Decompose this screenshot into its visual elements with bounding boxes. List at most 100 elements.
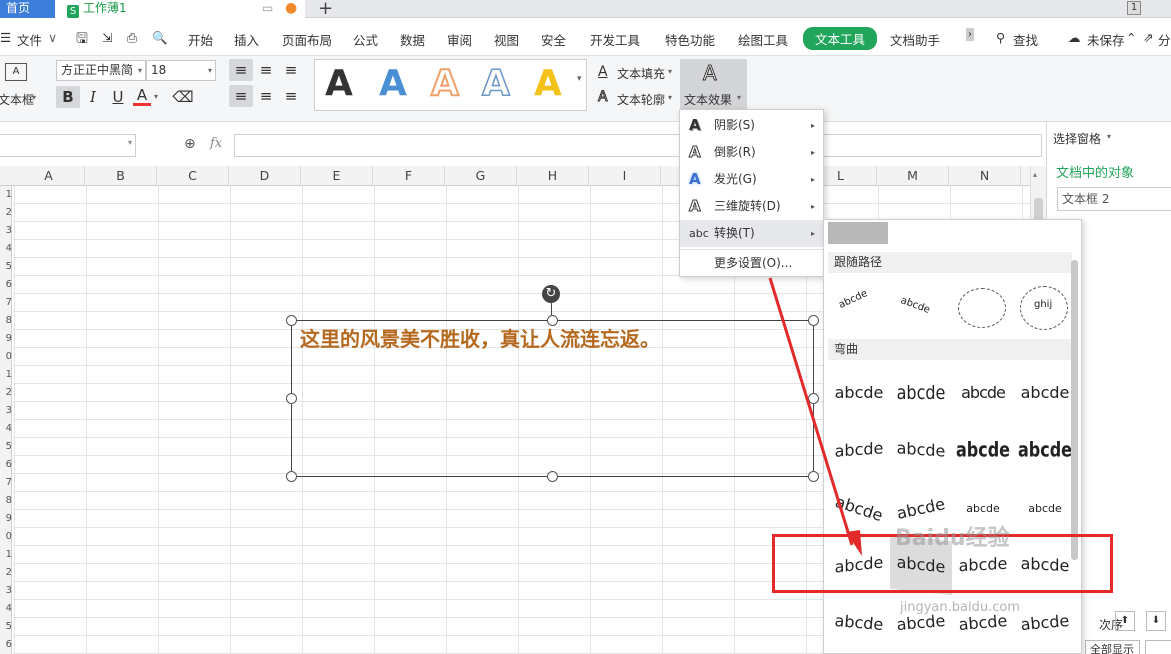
no-transform-swatch[interactable] bbox=[828, 222, 888, 244]
hide-all-button[interactable] bbox=[1145, 640, 1171, 654]
row-header[interactable]: 0 bbox=[0, 351, 12, 362]
menu-item-more-settings[interactable]: 更多设置(O)... bbox=[680, 250, 823, 277]
row-header[interactable]: 8 bbox=[0, 495, 12, 506]
chevron-down-icon[interactable]: ▾ bbox=[668, 93, 672, 102]
name-box[interactable]: ▾ bbox=[0, 134, 136, 157]
object-item-textbox[interactable]: 文本框 2 bbox=[1057, 187, 1171, 211]
warp-triangle-down[interactable]: abcde bbox=[1014, 366, 1076, 420]
warp-chevron-down[interactable]: abcde bbox=[890, 421, 952, 479]
column-header[interactable]: E bbox=[301, 166, 373, 186]
chevron-down-icon[interactable]: ▾ bbox=[668, 67, 672, 76]
row-header[interactable]: 9 bbox=[0, 333, 12, 344]
cloud-icon[interactable]: ☁ bbox=[1068, 30, 1081, 45]
print-icon[interactable]: ⎙ bbox=[127, 30, 137, 46]
text-fill-button[interactable]: 文本填充 bbox=[617, 65, 665, 82]
menu-start[interactable]: 开始 bbox=[188, 30, 213, 49]
chevron-down-icon[interactable]: ▾ bbox=[1107, 132, 1111, 141]
resize-handle-ne[interactable] bbox=[808, 315, 819, 326]
row-header[interactable]: 5 bbox=[0, 261, 12, 272]
scroll-up-icon[interactable]: ▴ bbox=[1033, 170, 1043, 179]
warp-deflate-bottom[interactable]: abcde bbox=[1012, 593, 1078, 652]
column-header[interactable]: H bbox=[517, 166, 589, 186]
resize-handle-s[interactable] bbox=[547, 471, 558, 482]
row-header[interactable]: 4 bbox=[0, 603, 12, 614]
formula-input[interactable] bbox=[234, 134, 1042, 157]
move-up-icon[interactable]: ⬆ bbox=[1115, 611, 1135, 631]
menu-file[interactable]: 文件 bbox=[17, 30, 42, 49]
transform-gallery-scrollbar[interactable] bbox=[1071, 260, 1078, 560]
align-left-button[interactable]: ≡ bbox=[229, 85, 253, 107]
share-label[interactable]: 分 bbox=[1158, 30, 1171, 49]
text-outline-icon[interactable]: A bbox=[598, 89, 609, 106]
menu-security[interactable]: 安全 bbox=[541, 30, 566, 49]
resize-handle-sw[interactable] bbox=[286, 471, 297, 482]
underline-button[interactable]: U bbox=[106, 86, 130, 108]
print-preview-icon[interactable]: 🔍 bbox=[152, 30, 168, 46]
row-header[interactable]: 1 bbox=[0, 369, 12, 380]
menu-item-shadow[interactable]: A 阴影(S) ▸ bbox=[680, 112, 823, 139]
row-header[interactable]: 2 bbox=[0, 207, 12, 218]
row-header[interactable]: 6 bbox=[0, 639, 12, 650]
text-box-content[interactable]: 这里的风景美不胜收，真让人流连忘返。 bbox=[300, 323, 660, 352]
align-right-button[interactable]: ≡ bbox=[279, 85, 303, 107]
row-header[interactable]: 3 bbox=[0, 225, 12, 236]
share-icon[interactable]: ⇗ bbox=[1143, 30, 1153, 45]
resize-handle-w[interactable] bbox=[286, 393, 297, 404]
transform-arch-down[interactable]: abcde bbox=[890, 278, 952, 332]
show-all-button[interactable]: 全部显示 bbox=[1085, 640, 1140, 654]
textbox-icon[interactable]: A bbox=[5, 63, 27, 81]
style-preset-orange-outline[interactable]: A bbox=[430, 62, 460, 105]
column-header[interactable]: N bbox=[949, 166, 1021, 186]
row-header[interactable]: 6 bbox=[0, 279, 12, 290]
style-preset-black[interactable]: A bbox=[325, 63, 353, 104]
row-header[interactable]: 2 bbox=[0, 387, 12, 398]
align-top-button[interactable]: ≡ bbox=[229, 59, 253, 81]
resize-handle-se[interactable] bbox=[808, 471, 819, 482]
save-icon[interactable]: 🖫 bbox=[76, 28, 88, 52]
warp-button[interactable]: abcde bbox=[1014, 482, 1076, 536]
menu-review[interactable]: 审阅 bbox=[447, 30, 472, 49]
transform-arch-up[interactable]: abcde bbox=[828, 278, 890, 332]
align-center-button[interactable]: ≡ bbox=[254, 85, 278, 107]
menu-item-glow[interactable]: A 发光(G) ▸ bbox=[680, 166, 823, 193]
pin-icon[interactable]: ▭ bbox=[262, 0, 273, 17]
menu-view[interactable]: 视图 bbox=[494, 30, 519, 49]
row-header[interactable]: 6 bbox=[0, 459, 12, 470]
row-header[interactable]: 8 bbox=[0, 315, 12, 326]
row-header[interactable]: 5 bbox=[0, 441, 12, 452]
collapse-icon[interactable]: ⌃ bbox=[1126, 30, 1136, 45]
menu-doc-assistant[interactable]: 文档助手 bbox=[890, 30, 940, 49]
tab-home[interactable]: 首页 bbox=[0, 0, 55, 18]
style-preset-yellow[interactable]: A bbox=[534, 63, 562, 104]
text-effect-button[interactable]: A 文本效果 ▾ bbox=[680, 59, 747, 110]
column-header[interactable]: F bbox=[373, 166, 445, 186]
row-header[interactable]: 4 bbox=[0, 423, 12, 434]
menu-item-3d-rotation[interactable]: A 三维旋转(D) ▸ bbox=[680, 193, 823, 220]
row-header[interactable]: 4 bbox=[0, 243, 12, 254]
export-icon[interactable]: ⇲ bbox=[102, 30, 112, 45]
row-header[interactable]: 3 bbox=[0, 405, 12, 416]
menu-page-layout[interactable]: 页面布局 bbox=[282, 30, 332, 49]
font-name-select[interactable]: 方正正中黑简 ▾ bbox=[56, 60, 146, 81]
menu-data[interactable]: 数据 bbox=[400, 30, 425, 49]
align-bottom-button[interactable]: ≡ bbox=[279, 59, 303, 81]
align-middle-button[interactable]: ≡ bbox=[254, 59, 278, 81]
resize-handle-n[interactable] bbox=[547, 315, 558, 326]
font-size-select[interactable]: 18 ▾ bbox=[146, 60, 216, 81]
row-header[interactable]: 1 bbox=[0, 189, 12, 200]
move-down-icon[interactable]: ⬇ bbox=[1146, 611, 1166, 631]
font-color-dropdown-icon[interactable]: ▾ bbox=[154, 92, 158, 101]
fx-icon[interactable]: fx bbox=[210, 136, 222, 151]
eraser-icon[interactable]: ⌫ bbox=[171, 86, 195, 108]
column-header[interactable]: B bbox=[85, 166, 157, 186]
column-header[interactable]: D bbox=[229, 166, 301, 186]
column-header[interactable]: A bbox=[13, 166, 85, 186]
transform-circle[interactable] bbox=[952, 278, 1014, 332]
column-header[interactable]: G bbox=[445, 166, 517, 186]
row-header[interactable]: 7 bbox=[0, 297, 12, 308]
text-outline-button[interactable]: 文本轮廓 bbox=[617, 91, 665, 108]
row-header[interactable]: 3 bbox=[0, 585, 12, 596]
search-label[interactable]: 查找 bbox=[1013, 30, 1038, 49]
menu-drawing-tools[interactable]: 绘图工具 bbox=[738, 30, 788, 49]
menu-text-tools[interactable]: 文本工具 bbox=[803, 27, 878, 50]
